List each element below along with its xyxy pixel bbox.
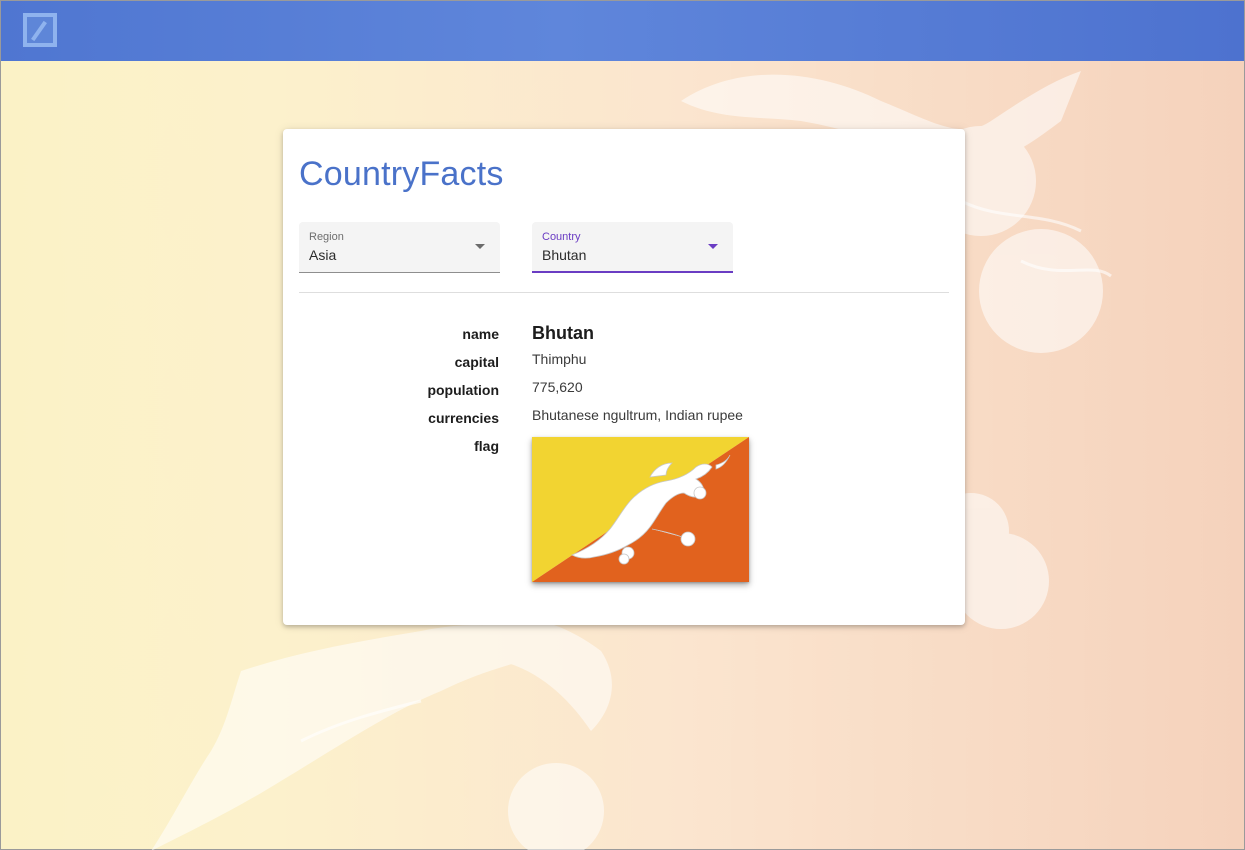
fact-label-capital: capital — [454, 354, 499, 370]
page-title: CountryFacts — [299, 155, 504, 193]
deutsche-bank-logo-icon[interactable] — [23, 13, 57, 47]
chevron-down-icon[interactable] — [475, 244, 485, 249]
fact-label-name: name — [462, 326, 499, 342]
fact-value-population: 775,620 — [532, 379, 583, 395]
fact-values: Bhutan Thimphu 775,620 Bhutanese ngultru… — [532, 322, 952, 434]
region-select[interactable]: Region Asia — [299, 222, 500, 273]
country-select[interactable]: Country Bhutan — [532, 222, 733, 273]
country-facts-card: CountryFacts Region Asia Country Bhutan … — [283, 129, 965, 625]
fact-label-currencies: currencies — [428, 410, 499, 426]
divider — [299, 292, 949, 293]
fact-value-capital: Thimphu — [532, 351, 587, 367]
fact-value-name: Bhutan — [532, 323, 594, 343]
fact-value-currencies: Bhutanese ngultrum, Indian rupee — [532, 407, 743, 423]
country-select-value: Bhutan — [542, 247, 587, 263]
app-bar — [1, 1, 1244, 61]
fact-label-population: population — [427, 382, 499, 398]
region-select-value: Asia — [309, 247, 337, 263]
fact-labels: name capital population currencies flag — [299, 325, 499, 465]
region-select-label: Region — [309, 231, 344, 243]
country-select-label: Country — [542, 231, 581, 243]
bhutan-flag-image — [532, 437, 749, 582]
fact-label-flag: flag — [474, 438, 499, 454]
chevron-down-icon[interactable] — [708, 244, 718, 249]
